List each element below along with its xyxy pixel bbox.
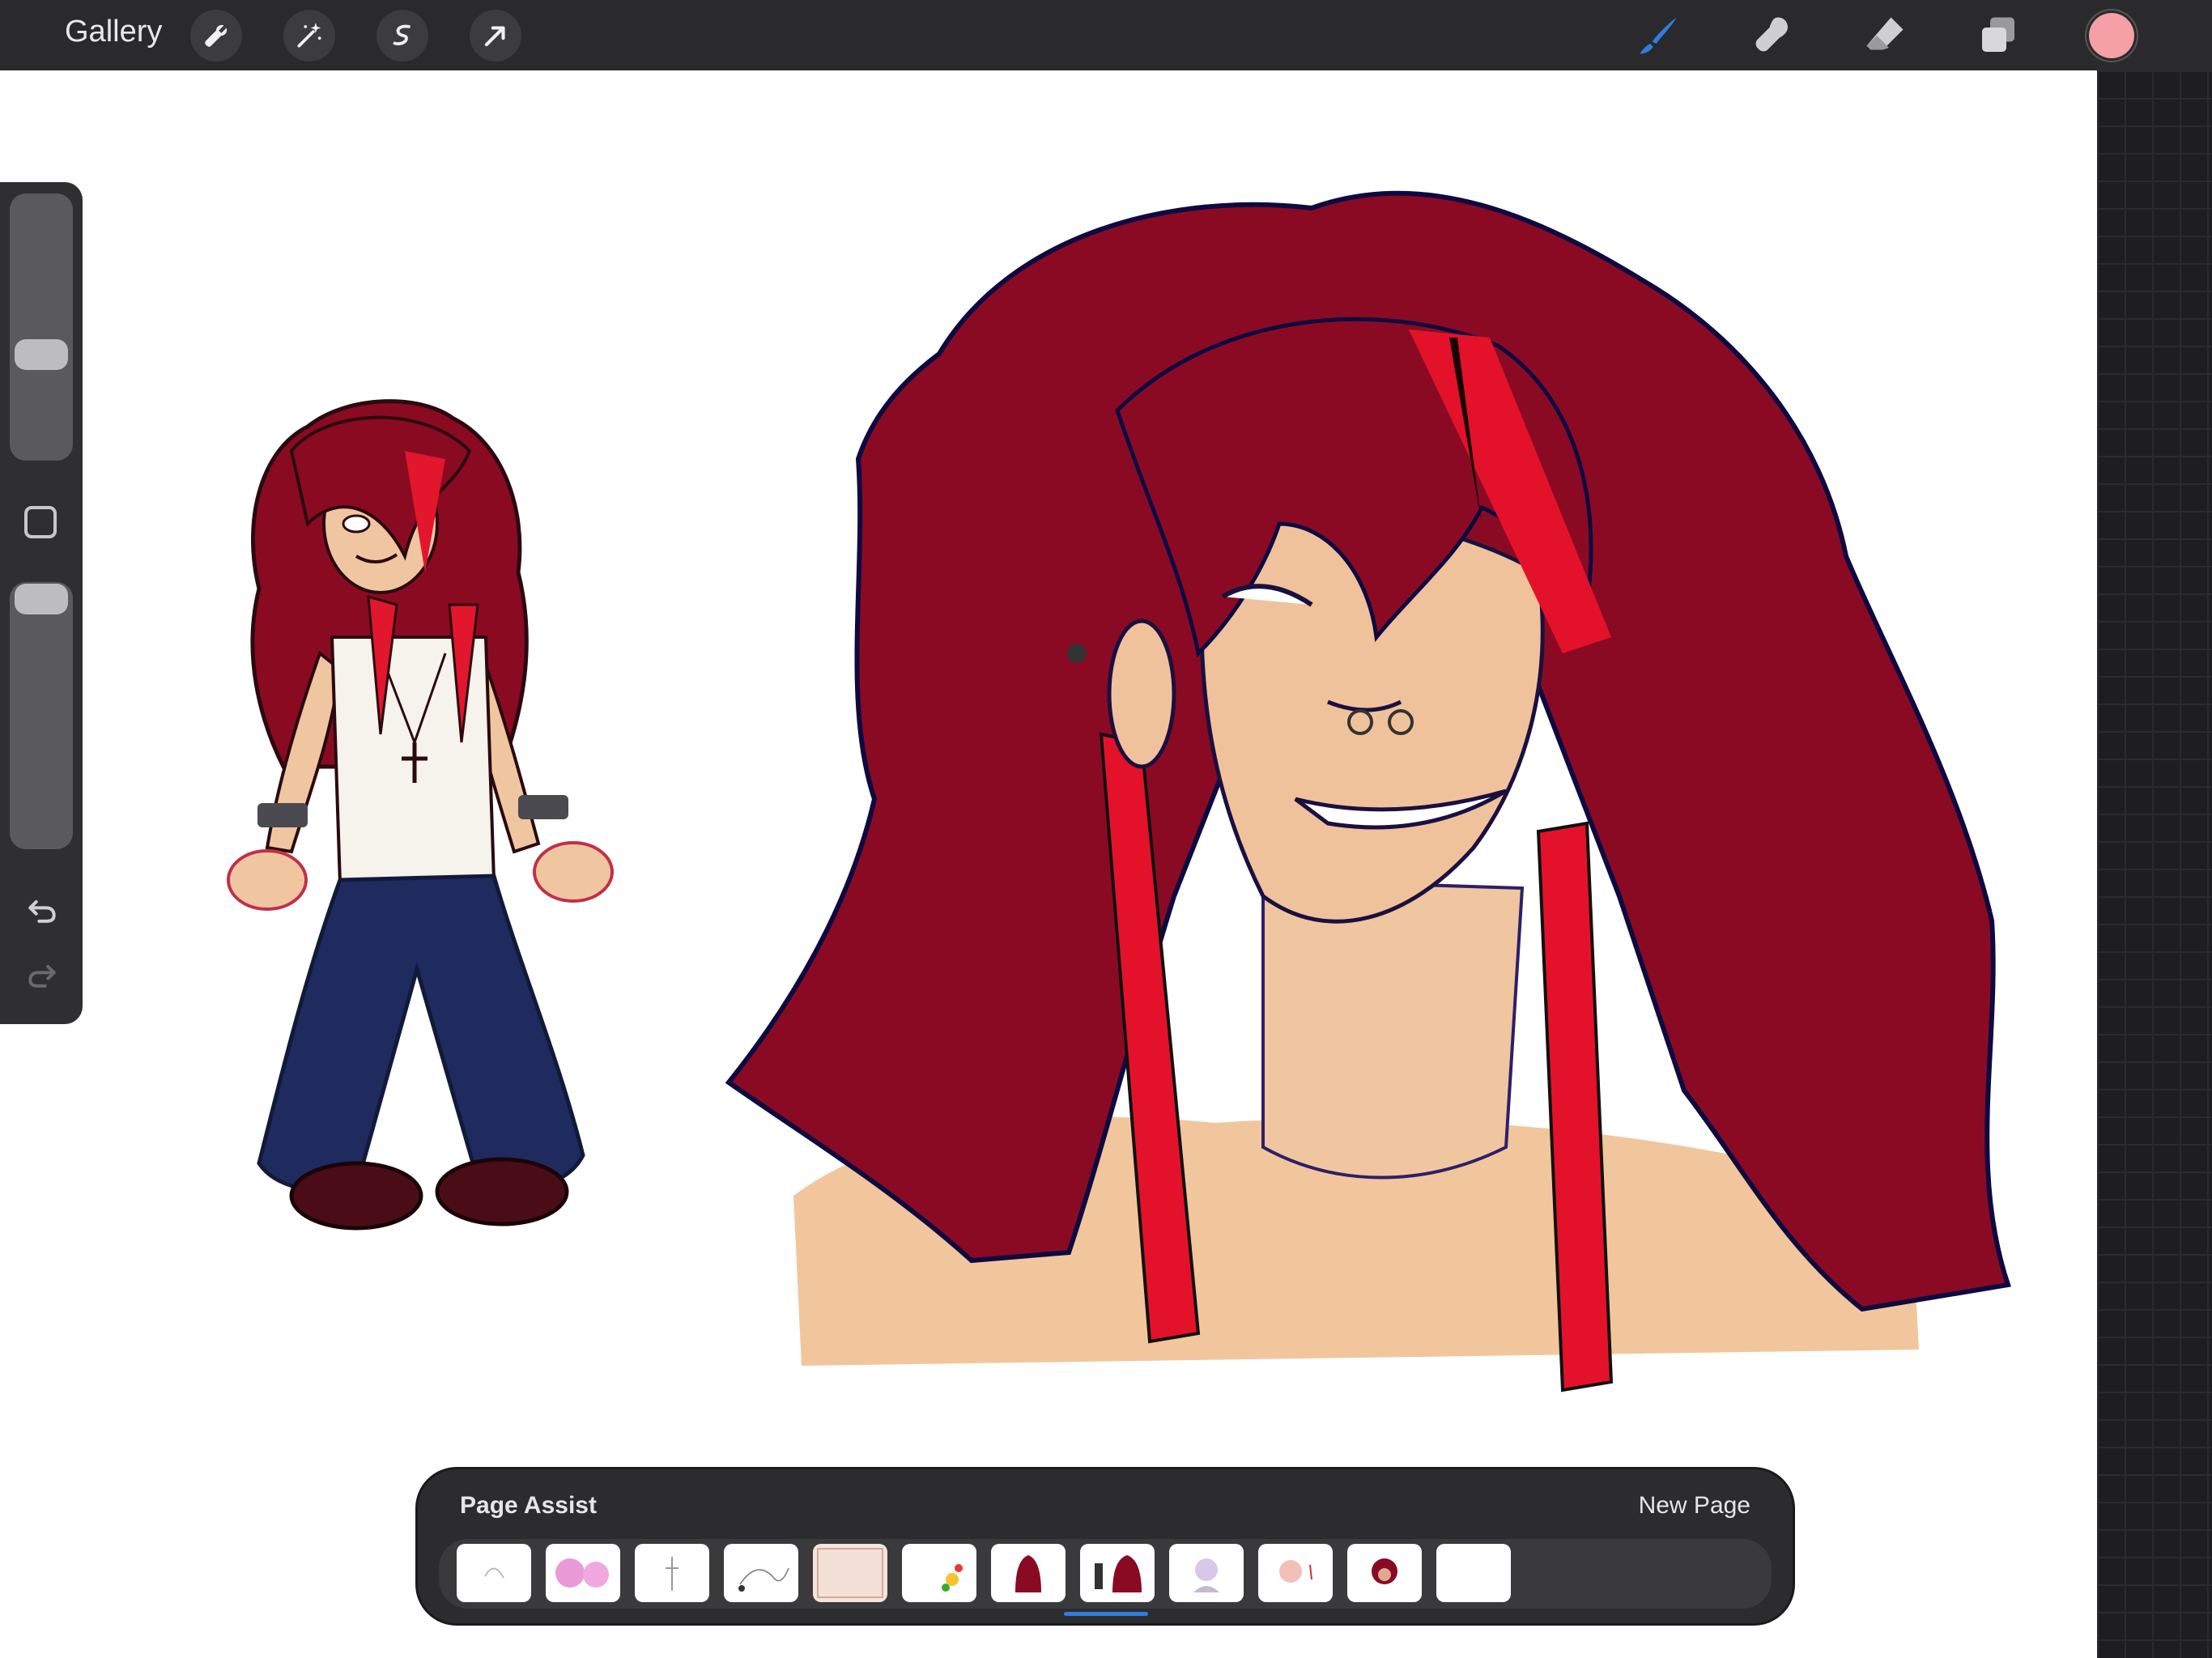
adjustments-button[interactable] bbox=[283, 10, 335, 62]
page-thumbnail-1[interactable] bbox=[457, 1544, 531, 1602]
page-thumbnail-10[interactable] bbox=[1258, 1544, 1333, 1602]
page-thumbnail-4[interactable] bbox=[724, 1544, 798, 1602]
page-thumbnail-9[interactable] bbox=[1169, 1544, 1244, 1602]
transform-arrow-icon bbox=[484, 26, 505, 47]
artwork bbox=[227, 190, 2011, 1392]
redo-icon bbox=[28, 964, 56, 988]
page-thumbnail-6[interactable] bbox=[902, 1544, 976, 1602]
page-thumbnail-8[interactable] bbox=[1080, 1544, 1155, 1602]
undo-icon bbox=[28, 899, 56, 923]
brush-size-knob[interactable] bbox=[15, 339, 68, 370]
page-thumbnail-5[interactable] bbox=[813, 1544, 887, 1602]
page-thumbnail-11[interactable] bbox=[1347, 1544, 1422, 1602]
page-thumbnail-2[interactable] bbox=[546, 1544, 620, 1602]
left-sidebar bbox=[0, 182, 83, 1024]
portrait-figure bbox=[725, 190, 2011, 1392]
modify-button[interactable] bbox=[24, 506, 57, 538]
redo-button[interactable] bbox=[18, 951, 66, 1000]
page-assist-panel: Page Assist New Page bbox=[418, 1469, 1793, 1623]
page-assist-title: Page Assist bbox=[460, 1492, 597, 1519]
transform-button[interactable] bbox=[470, 10, 521, 62]
selection-icon bbox=[393, 24, 410, 45]
gallery-button[interactable]: Gallery bbox=[65, 15, 162, 49]
actions-button[interactable] bbox=[190, 10, 242, 62]
opacity-slider[interactable] bbox=[10, 582, 73, 849]
new-page-button[interactable]: New Page bbox=[1639, 1492, 1750, 1520]
page-thumbnail-3[interactable] bbox=[635, 1544, 709, 1602]
full-body-figure bbox=[227, 399, 614, 1231]
wrench-icon bbox=[205, 24, 228, 47]
smudge-icon bbox=[1755, 17, 1788, 52]
drawing-canvas[interactable] bbox=[0, 70, 2097, 1658]
page-thumbnail-strip[interactable] bbox=[439, 1539, 1772, 1609]
brush-size-slider[interactable] bbox=[10, 193, 73, 461]
undo-button[interactable] bbox=[18, 886, 66, 935]
layers-button[interactable] bbox=[1969, 6, 2027, 65]
canvas-outside-grid bbox=[2097, 70, 2212, 1658]
layers-icon bbox=[1982, 17, 2014, 52]
selected-page-indicator bbox=[1064, 1612, 1148, 1616]
brush-tool[interactable] bbox=[1629, 6, 1687, 65]
color-picker-swatch[interactable] bbox=[2089, 13, 2134, 58]
eraser-icon bbox=[1866, 17, 1904, 50]
smudge-tool[interactable] bbox=[1742, 6, 1801, 65]
magic-wand-icon bbox=[297, 23, 321, 48]
selection-button[interactable] bbox=[376, 10, 428, 62]
opacity-knob[interactable] bbox=[15, 584, 68, 614]
eraser-tool[interactable] bbox=[1856, 6, 1914, 65]
top-toolbar: Gallery bbox=[0, 0, 2212, 70]
procreate-app: Gallery Page Assist New Page bbox=[0, 0, 2212, 1658]
page-thumbnail-7[interactable] bbox=[991, 1544, 1066, 1602]
brush-icon bbox=[1640, 17, 1677, 54]
page-thumbnail-12[interactable] bbox=[1436, 1544, 1511, 1602]
